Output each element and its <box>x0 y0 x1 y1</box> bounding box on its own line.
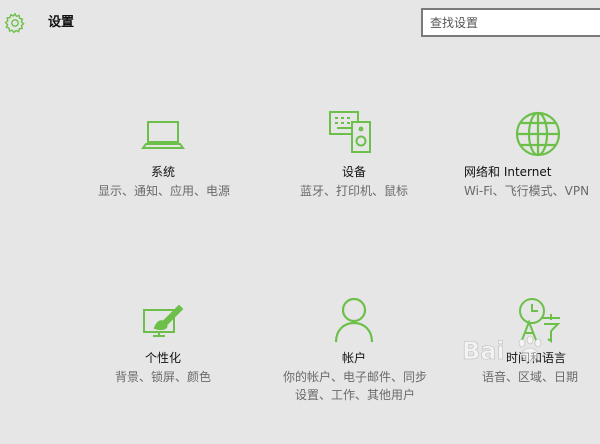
tile-title: 设备 <box>341 165 366 179</box>
tile-title: 网络和 Internet <box>464 165 552 179</box>
tile-description: 背景、锁屏、颜色 <box>114 370 211 384</box>
tile-system[interactable]: 系统 显示、通知、应用、电源 <box>73 104 253 254</box>
tile-title: 帐户 <box>341 351 366 365</box>
tile-devices[interactable]: 设备 蓝牙、打印机、鼠标 <box>264 104 444 254</box>
tile-personalization[interactable]: 个性化 背景、锁屏、颜色 <box>73 294 253 444</box>
title-bar: 设置 <box>0 0 600 48</box>
tile-description: Wi-Fi、飞行模式、VPN <box>464 184 590 198</box>
keyboard-speaker-icon <box>328 108 380 160</box>
page-title: 设置 <box>48 15 75 30</box>
tile-accounts[interactable]: 帐户 你的帐户、电子邮件、同步设置、工作、其他用户 <box>254 294 454 444</box>
tile-network[interactable]: 网络和 Internet Wi-Fi、飞行模式、VPN <box>448 104 600 254</box>
baidu-watermark: Bai <box>460 333 600 367</box>
tile-description: 你的帐户、电子邮件、同步设置、工作、其他用户 <box>282 370 427 402</box>
laptop-icon <box>137 110 189 162</box>
paint-monitor-icon <box>137 298 189 350</box>
baidu-paw-icon <box>518 335 542 363</box>
person-icon <box>328 294 380 346</box>
gear-icon[interactable] <box>4 12 26 34</box>
globe-icon <box>512 108 564 160</box>
tile-title: 个性化 <box>144 351 181 365</box>
search-input[interactable] <box>430 14 590 32</box>
svg-text:Bai: Bai <box>462 337 505 365</box>
tile-title: 系统 <box>150 165 175 179</box>
tile-time-language[interactable]: 时间和语言 语音、区域、日期 <box>448 294 600 444</box>
search-box[interactable] <box>421 8 600 37</box>
tile-description: 蓝牙、打印机、鼠标 <box>299 184 408 198</box>
tile-description: 显示、通知、应用、电源 <box>97 184 230 198</box>
tile-description: 语音、区域、日期 <box>482 370 579 384</box>
